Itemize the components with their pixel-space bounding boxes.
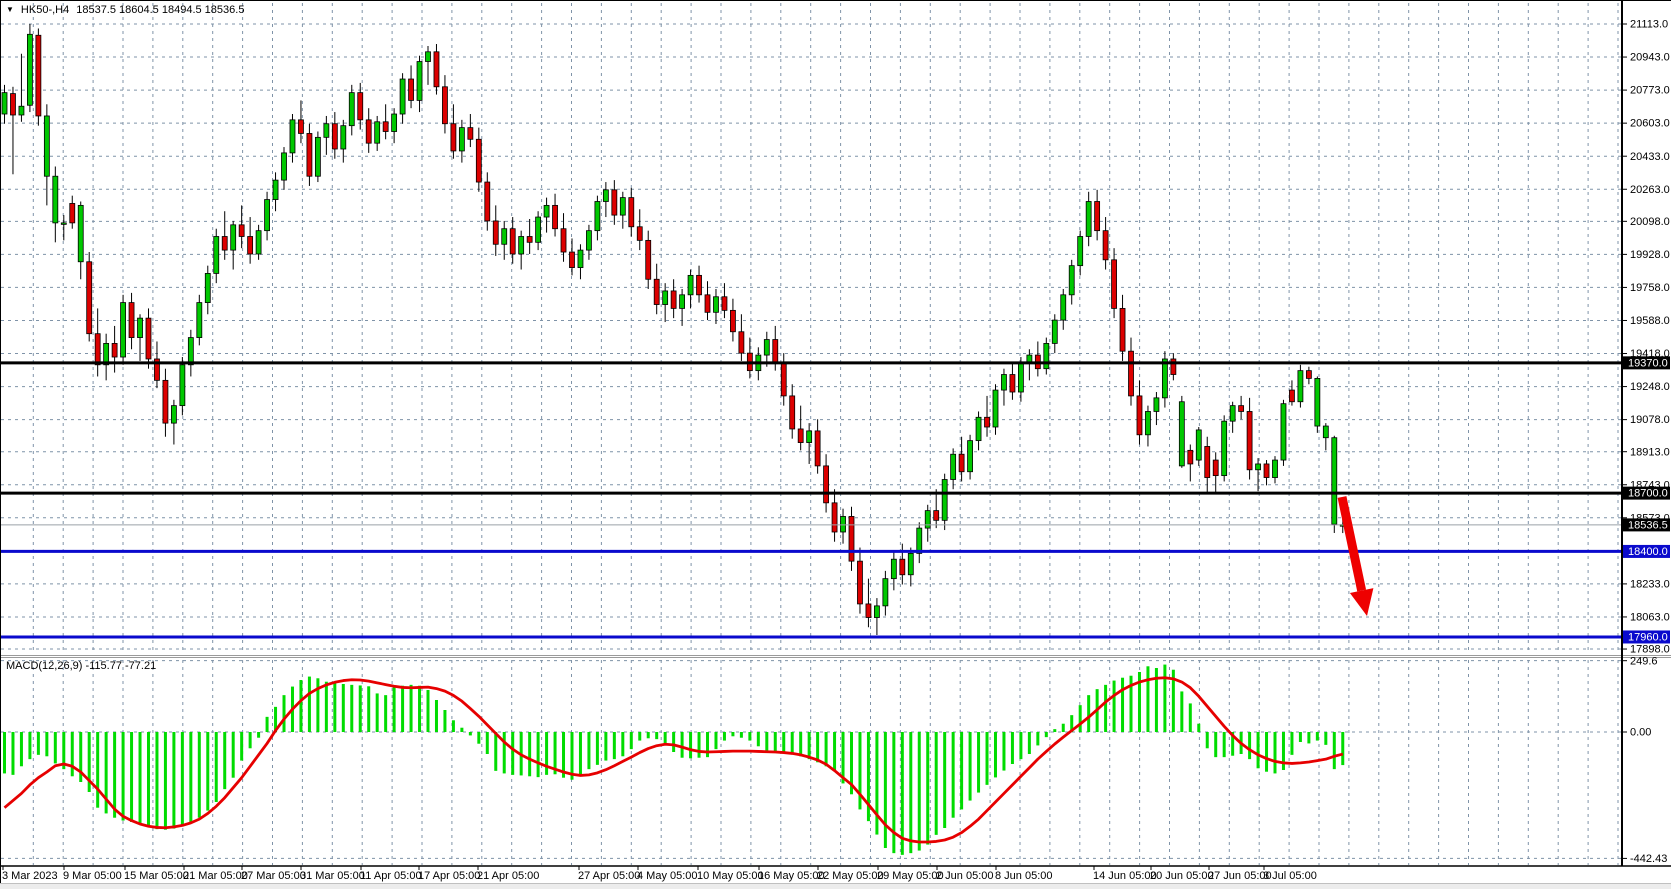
svg-text:14 Jun 05:00: 14 Jun 05:00: [1093, 870, 1157, 882]
svg-text:18400.0: 18400.0: [1628, 546, 1668, 558]
svg-text:20263.0: 20263.0: [1630, 184, 1670, 196]
svg-text:18743.0: 18743.0: [1630, 479, 1670, 491]
svg-text:20943.0: 20943.0: [1630, 52, 1670, 64]
svg-text:18063.0: 18063.0: [1630, 612, 1670, 624]
svg-text:8 Jun 05:00: 8 Jun 05:00: [995, 870, 1053, 882]
svg-text:0.00: 0.00: [1630, 727, 1651, 739]
svg-text:20433.0: 20433.0: [1630, 151, 1670, 163]
candles-layer: [2, 24, 1345, 635]
svg-text:20098.0: 20098.0: [1630, 216, 1670, 228]
svg-text:17898.0: 17898.0: [1630, 644, 1670, 656]
svg-text:19418.0: 19418.0: [1630, 348, 1670, 360]
symbol-dropdown-icon[interactable]: ▼: [6, 6, 14, 14]
chart-window: 19370.018700.018536.518400.017960.021113…: [0, 0, 1671, 889]
svg-text:3 Mar 2023: 3 Mar 2023: [2, 870, 58, 882]
svg-text:21 Apr 05:00: 21 Apr 05:00: [477, 870, 539, 882]
svg-text:19758.0: 19758.0: [1630, 282, 1670, 294]
svg-text:11 Apr 05:00: 11 Apr 05:00: [360, 870, 422, 882]
svg-text:249.6: 249.6: [1630, 655, 1658, 667]
svg-text:27 Mar 05:00: 27 Mar 05:00: [241, 870, 306, 882]
title-bar: ▼ HK50-,H4 18537.5 18604.5 18494.5 18536…: [6, 3, 244, 16]
macd-histogram: [3, 665, 1344, 855]
svg-text:2 Jun 05:00: 2 Jun 05:00: [936, 870, 994, 882]
window-bottom-strip: [0, 884, 1671, 889]
svg-text:3 Jul 05:00: 3 Jul 05:00: [1263, 870, 1317, 882]
svg-text:19248.0: 19248.0: [1630, 381, 1670, 393]
svg-text:20603.0: 20603.0: [1630, 118, 1670, 130]
svg-text:18913.0: 18913.0: [1630, 446, 1670, 458]
svg-text:4 May 05:00: 4 May 05:00: [637, 870, 698, 882]
ohlc-readout: 18537.5 18604.5 18494.5 18536.5: [76, 4, 244, 16]
svg-text:20773.0: 20773.0: [1630, 85, 1670, 97]
svg-text:31 Mar 05:00: 31 Mar 05:00: [300, 870, 365, 882]
symbol-period-label: HK50-,H4: [21, 4, 69, 16]
svg-text:21113.0: 21113.0: [1630, 19, 1668, 31]
svg-text:18233.0: 18233.0: [1630, 579, 1670, 591]
price-level-lines: 19370.018700.018536.518400.017960.0: [1, 356, 1670, 643]
macd-signal-line: [5, 678, 1343, 842]
svg-text:19928.0: 19928.0: [1630, 249, 1670, 261]
svg-text:22 May 05:00: 22 May 05:00: [817, 870, 884, 882]
svg-text:29 May 05:00: 29 May 05:00: [877, 870, 944, 882]
svg-text:17960.0: 17960.0: [1628, 632, 1668, 644]
price-chart-canvas[interactable]: 19370.018700.018536.518400.017960.021113…: [0, 0, 1671, 889]
svg-text:19588.0: 19588.0: [1630, 315, 1670, 327]
svg-text:18573.0: 18573.0: [1630, 512, 1670, 524]
svg-text:20 Jun 05:00: 20 Jun 05:00: [1150, 870, 1214, 882]
svg-text:19078.0: 19078.0: [1630, 414, 1670, 426]
svg-text:-442.43: -442.43: [1630, 853, 1667, 865]
svg-text:21 Mar 05:00: 21 Mar 05:00: [183, 870, 248, 882]
svg-text:9 Mar 05:00: 9 Mar 05:00: [63, 870, 122, 882]
svg-text:15 Mar 05:00: 15 Mar 05:00: [124, 870, 189, 882]
down-arrow-annotation[interactable]: [1342, 497, 1373, 616]
svg-text:16 May 05:00: 16 May 05:00: [758, 870, 825, 882]
time-axis: 3 Mar 2023 9 Mar 05:0015 Mar 05:0021 Mar …: [2, 866, 1317, 882]
macd-indicator-label: MACD(12,26,9) -115.77 -77.21: [6, 660, 156, 672]
svg-text:27 Apr 05:00: 27 Apr 05:00: [578, 870, 640, 882]
svg-text:10 May 05:00: 10 May 05:00: [697, 870, 764, 882]
svg-text:17 Apr 05:00: 17 Apr 05:00: [418, 870, 480, 882]
